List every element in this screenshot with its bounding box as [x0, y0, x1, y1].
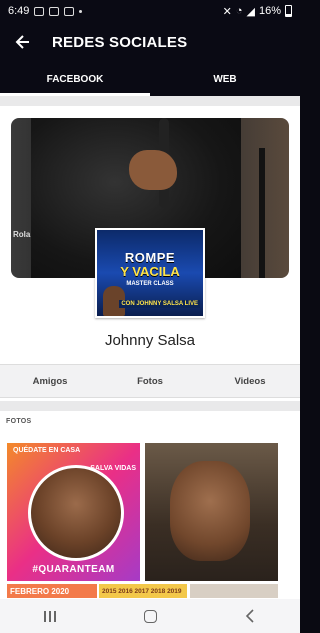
battery-percent: 16% [258, 5, 281, 17]
tab-videos[interactable]: Videos [200, 365, 300, 397]
avatar-poster: ROMPE Y VACILA MASTER CLASS CON JOHNNY S… [97, 230, 203, 316]
photo-tile-hashtag: #QUARANTEAM [32, 564, 115, 575]
status-bar: 6:49 ✕ ◔ ◢ 16% [0, 0, 300, 22]
profile-card: Rola ROMPE Y VACILA MASTER CLASS CON JOH… [0, 106, 300, 401]
more-notifications-icon [79, 9, 83, 13]
photo-tile[interactable]: QUÉDATE EN CASA SALVA VIDAS #QUARANTEAM [7, 443, 140, 581]
avatar[interactable]: ROMPE Y VACILA MASTER CLASS CON JOHNNY S… [95, 228, 205, 318]
battery-icon [285, 5, 292, 17]
photo-tile[interactable]: 2015 2016 2017 2018 2019 [99, 584, 187, 598]
chevron-left-icon [245, 609, 254, 623]
poster-line-4: CON JOHNNY SALSA LIVE [119, 300, 200, 308]
photo-face [28, 465, 124, 561]
page-title: REDES SOCIALES [52, 33, 188, 51]
gallery-icon [49, 6, 60, 16]
recent-apps-button[interactable] [30, 599, 70, 633]
content-area[interactable]: Rola ROMPE Y VACILA MASTER CLASS CON JOH… [0, 96, 300, 599]
home-button[interactable] [130, 599, 170, 633]
instagram-icon [64, 6, 75, 16]
tab-facebook[interactable]: FACEBOOK [0, 62, 150, 96]
tab-fotos[interactable]: Fotos [100, 365, 200, 397]
photo-tile-top-text: QUÉDATE EN CASA [13, 447, 81, 454]
home-icon [143, 609, 157, 623]
tab-bar: FACEBOOK WEB [0, 62, 300, 96]
poster-line-2: Y VACILA [120, 264, 180, 279]
arrow-left-icon[interactable] [0, 22, 44, 62]
back-button[interactable] [230, 599, 270, 633]
app-bar: REDES SOCIALES [0, 22, 300, 62]
profile-name: Johnny Salsa [104, 332, 196, 349]
poster-line-1: ROMPE [124, 250, 176, 265]
tab-web[interactable]: WEB [150, 62, 300, 96]
wifi-icon: ◔ [235, 5, 243, 17]
profile-tabs: Amigos Fotos Videos [0, 364, 300, 398]
photo-tile[interactable] [190, 584, 278, 598]
photo-face [170, 461, 250, 561]
photos-section: FOTOS QUÉDATE EN CASA SALVA VIDAS #QUARA… [0, 411, 300, 599]
photo-tile[interactable] [145, 443, 278, 581]
photo-tile[interactable]: FEBRERO 2020 [7, 584, 97, 598]
notification-icon [34, 6, 45, 16]
cover-brand-text: Rola [13, 230, 31, 239]
clock: 6:49 [8, 5, 30, 17]
tab-amigos[interactable]: Amigos [0, 365, 100, 397]
photos-header: FOTOS [6, 418, 32, 425]
mute-icon: ✕ [222, 5, 232, 18]
system-nav-bar [0, 599, 300, 633]
signal-icon: ◢ [246, 5, 255, 18]
recent-apps-icon [44, 610, 56, 622]
